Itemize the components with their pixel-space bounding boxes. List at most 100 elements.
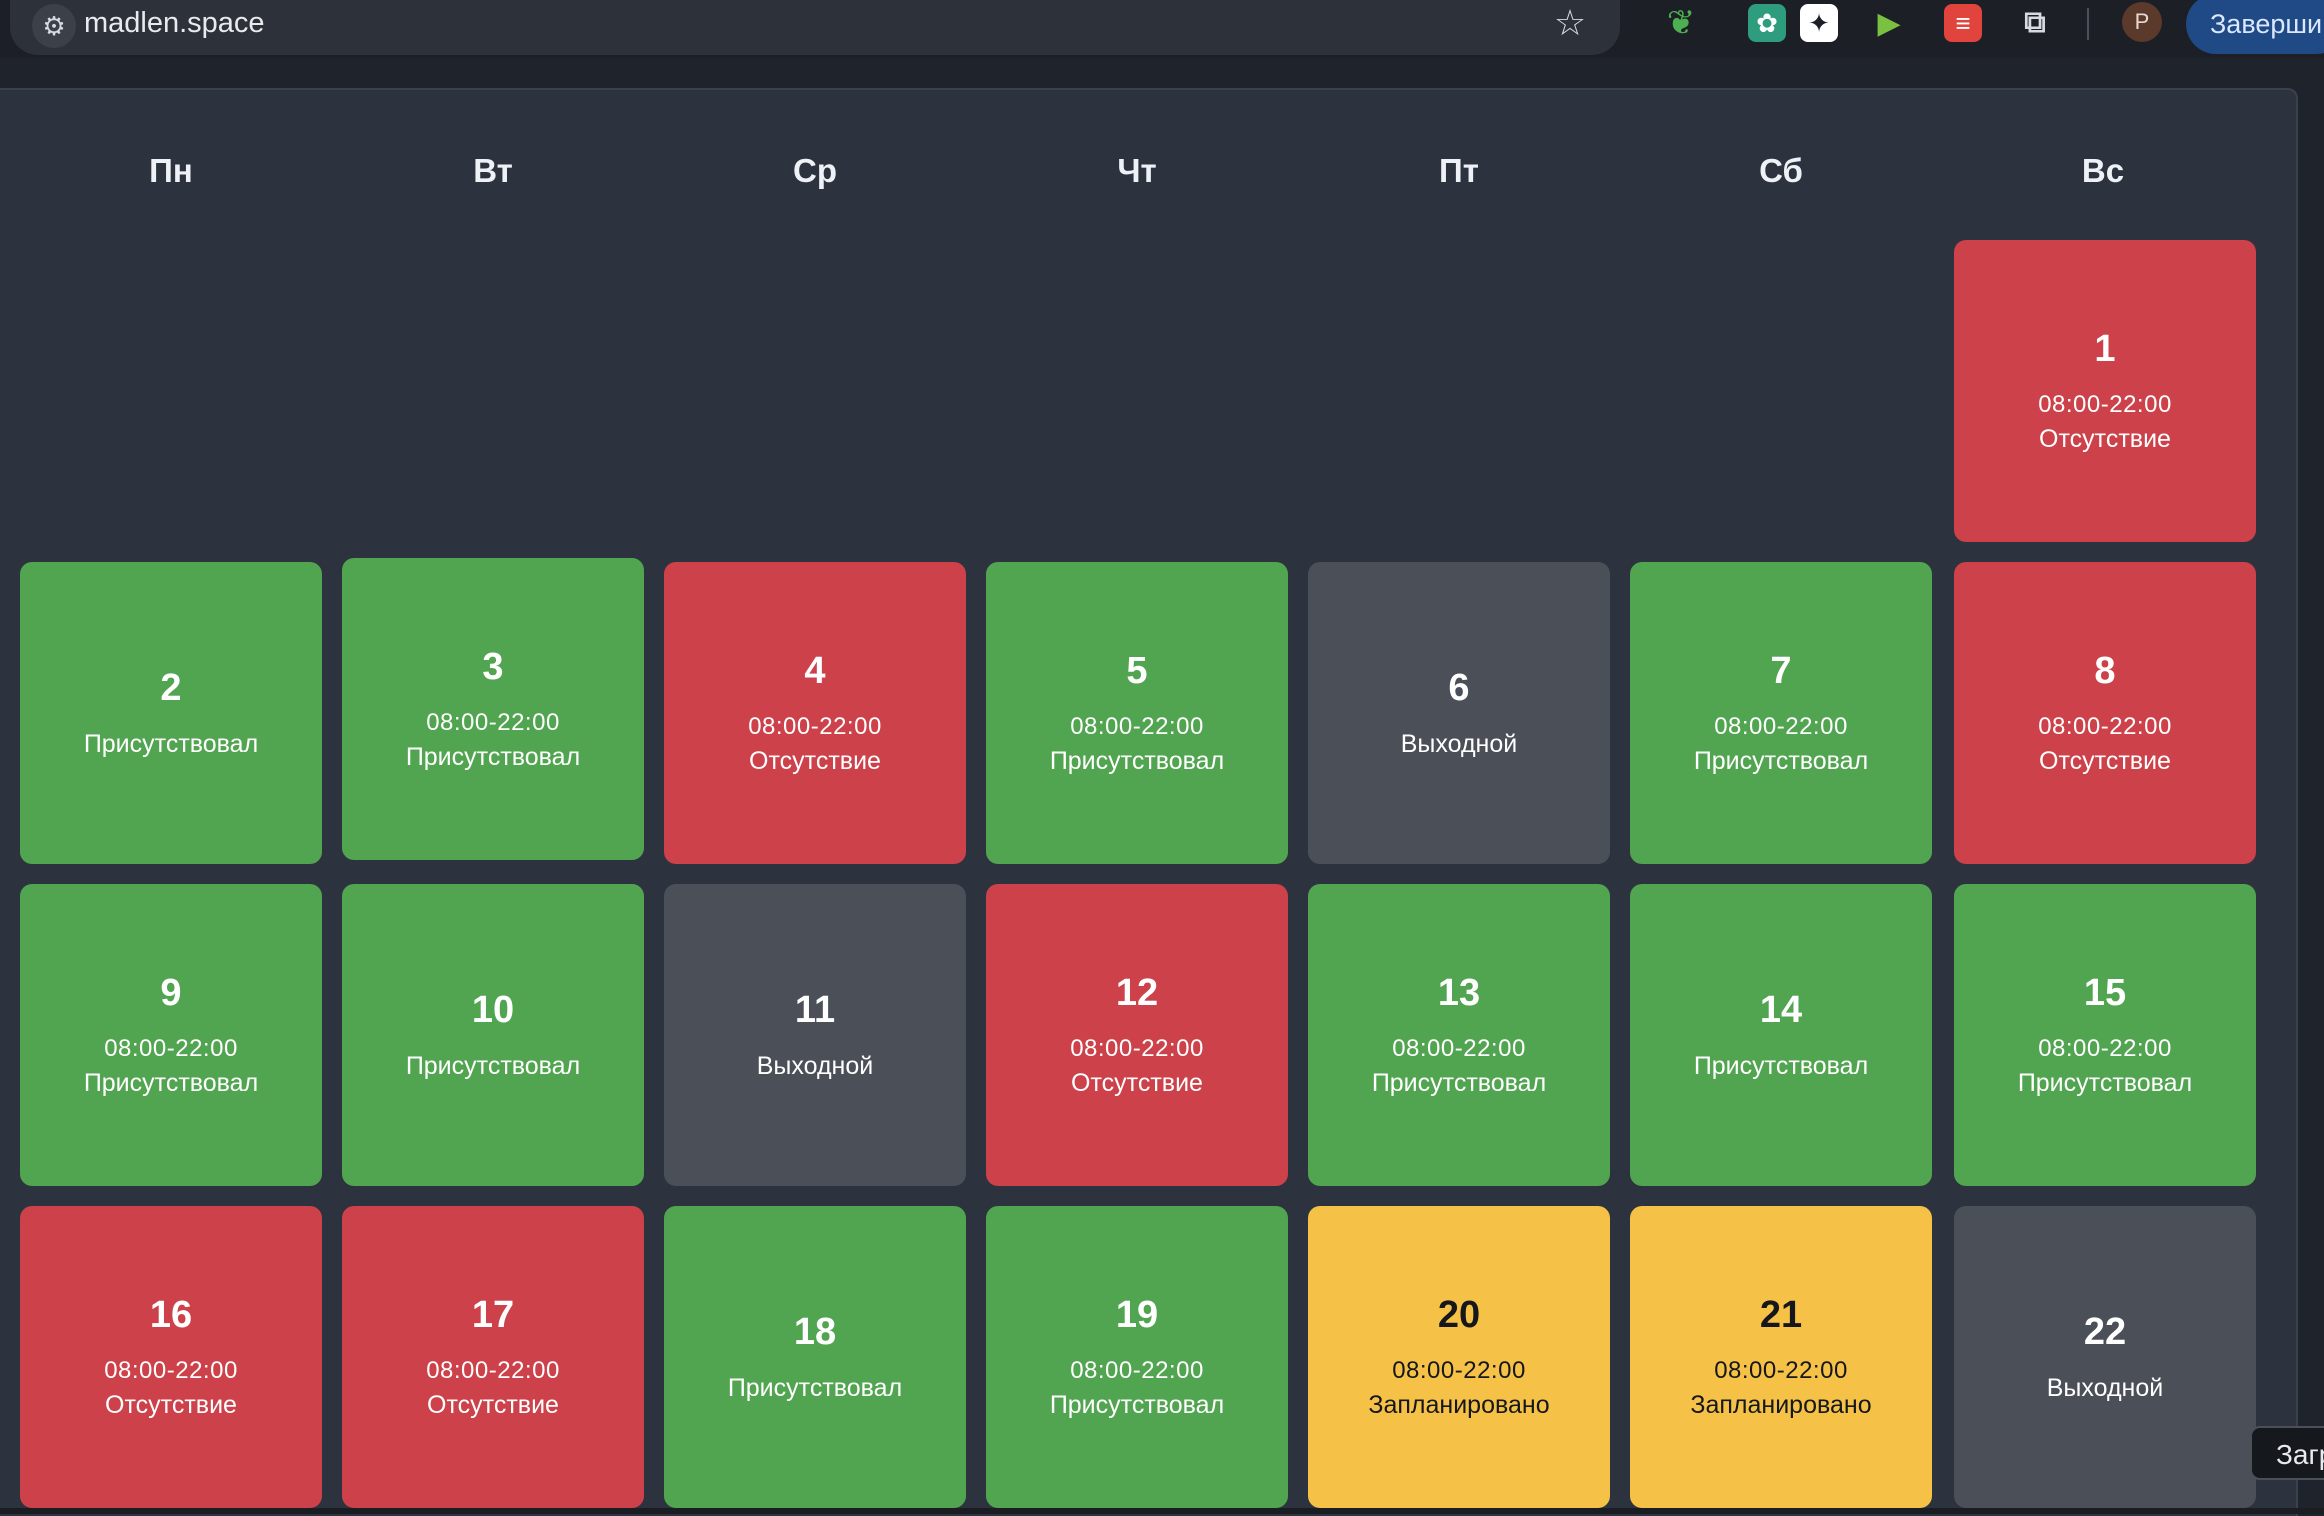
day-cell-9[interactable]: 9 08:00-22:00 Присутствовал: [20, 884, 322, 1186]
weekday-header-wed: Ср: [793, 152, 837, 189]
day-time: 08:00-22:00: [1714, 713, 1848, 740]
finish-button[interactable]: Заверши: [2186, 0, 2324, 54]
day-time: 08:00-22:00: [2038, 1035, 2172, 1062]
day-cell-4[interactable]: 4 08:00-22:00 Отсутствие: [664, 562, 966, 864]
day-number: 6: [1448, 667, 1470, 709]
evernote-icon[interactable]: ❦: [1662, 4, 1700, 42]
gemini-icon[interactable]: ✦: [1800, 4, 1838, 42]
day-time: 08:00-22:00: [104, 1357, 238, 1384]
day-cell-2[interactable]: 2 Присутствовал: [20, 562, 322, 864]
day-cell-18[interactable]: 18 Присутствовал: [664, 1206, 966, 1508]
day-cell-10[interactable]: 10 Присутствовал: [342, 884, 644, 1186]
day-status: Выходной: [756, 1052, 874, 1080]
weekday-header-sun: Вс: [2081, 152, 2125, 189]
day-cell-6[interactable]: 6 Выходной: [1308, 562, 1610, 864]
load-button[interactable]: Загр: [2250, 1426, 2324, 1480]
day-number: 8: [2094, 650, 2116, 692]
day-cell-17[interactable]: 17 08:00-22:00 Отсутствие: [342, 1206, 644, 1508]
day-time: 08:00-22:00: [104, 1035, 238, 1062]
day-number: 5: [1126, 650, 1148, 692]
weekday-header-fri: Пт: [1439, 152, 1479, 189]
day-number: 22: [2083, 1311, 2127, 1353]
weekday-header-thu: Чт: [1117, 152, 1157, 189]
chatgpt-icon[interactable]: ✿: [1748, 4, 1786, 42]
day-status: Присутствовал: [2017, 1069, 2193, 1097]
url-text[interactable]: madlen.space: [84, 4, 265, 42]
day-status: Присутствовал: [727, 1374, 903, 1402]
day-cell-14[interactable]: 14 Присутствовал: [1630, 884, 1932, 1186]
day-number: 9: [160, 972, 182, 1014]
day-cell-3[interactable]: 3 08:00-22:00 Присутствовал: [342, 558, 644, 860]
day-cell-1[interactable]: 1 08:00-22:00 Отсутствие: [1954, 240, 2256, 542]
day-cell-11[interactable]: 11 Выходной: [664, 884, 966, 1186]
day-status: Присутствовал: [405, 1052, 581, 1080]
day-status: Отсутствие: [105, 1391, 237, 1419]
day-status: Присутствовал: [1049, 1391, 1225, 1419]
day-number: 13: [1437, 972, 1481, 1014]
day-time: 08:00-22:00: [1070, 1357, 1204, 1384]
day-status: Присутствовал: [1693, 747, 1869, 775]
day-time: 08:00-22:00: [426, 709, 560, 736]
day-time: 08:00-22:00: [2038, 713, 2172, 740]
day-cell-15[interactable]: 15 08:00-22:00 Присутствовал: [1954, 884, 2256, 1186]
day-number: 17: [471, 1294, 515, 1336]
day-status: Присутствовал: [1049, 747, 1225, 775]
day-number: 11: [794, 989, 836, 1031]
weekday-header-mon: Пн: [149, 152, 193, 189]
day-cell-22[interactable]: 22 Выходной: [1954, 1206, 2256, 1508]
day-status: Отсутствие: [1071, 1069, 1203, 1097]
day-status: Запланировано: [1368, 1391, 1550, 1419]
weekday-header-tue: Вт: [473, 152, 513, 189]
day-cell-21[interactable]: 21 08:00-22:00 Запланировано: [1630, 1206, 1932, 1508]
day-time: 08:00-22:00: [1070, 713, 1204, 740]
day-time: 08:00-22:00: [1714, 1357, 1848, 1384]
day-status: Отсутствие: [2039, 425, 2171, 453]
day-time: 08:00-22:00: [1392, 1357, 1526, 1384]
day-time: 08:00-22:00: [748, 713, 882, 740]
avatar[interactable]: P: [2122, 2, 2162, 42]
day-number: 3: [482, 646, 504, 688]
play-icon[interactable]: ▶: [1870, 4, 1908, 42]
day-cell-16[interactable]: 16 08:00-22:00 Отсутствие: [20, 1206, 322, 1508]
day-cell-12[interactable]: 12 08:00-22:00 Отсутствие: [986, 884, 1288, 1186]
day-cell-8[interactable]: 8 08:00-22:00 Отсутствие: [1954, 562, 2256, 864]
day-status: Присутствовал: [1371, 1069, 1547, 1097]
site-settings-icon[interactable]: ⚙: [32, 4, 76, 48]
todoist-icon[interactable]: ≡: [1944, 4, 1982, 42]
day-number: 12: [1115, 972, 1159, 1014]
day-number: 15: [2083, 972, 2127, 1014]
bookmark-star-icon[interactable]: ☆: [1550, 2, 1590, 44]
day-cell-5[interactable]: 5 08:00-22:00 Присутствовал: [986, 562, 1288, 864]
day-time: 08:00-22:00: [426, 1357, 560, 1384]
day-status: Отсутствие: [2039, 747, 2171, 775]
day-status: Отсутствие: [427, 1391, 559, 1419]
day-cell-13[interactable]: 13 08:00-22:00 Присутствовал: [1308, 884, 1610, 1186]
day-number: 14: [1759, 989, 1803, 1031]
toolbar-divider: [2087, 8, 2089, 40]
weekday-header-sat: Сб: [1759, 152, 1803, 189]
day-time: 08:00-22:00: [1070, 1035, 1204, 1062]
calendar-panel: Пн Вт Ср Чт Пт Сб Вс 1 08:00-22:00 Отсут…: [0, 88, 2298, 1516]
day-time: 08:00-22:00: [1392, 1035, 1526, 1062]
day-number: 19: [1115, 1294, 1159, 1336]
day-status: Отсутствие: [749, 747, 881, 775]
day-status: Присутствовал: [1693, 1052, 1869, 1080]
day-status: Запланировано: [1690, 1391, 1872, 1419]
address-bar[interactable]: ⚙ madlen.space ☆: [10, 0, 1620, 55]
day-number: 2: [160, 667, 182, 709]
day-cell-19[interactable]: 19 08:00-22:00 Присутствовал: [986, 1206, 1288, 1508]
day-number: 21: [1759, 1294, 1803, 1336]
day-status: Присутствовал: [405, 743, 581, 771]
day-cell-20[interactable]: 20 08:00-22:00 Запланировано: [1308, 1206, 1610, 1508]
day-number: 10: [471, 989, 515, 1031]
day-number: 20: [1437, 1294, 1481, 1336]
day-number: 7: [1770, 650, 1792, 692]
day-cell-7[interactable]: 7 08:00-22:00 Присутствовал: [1630, 562, 1932, 864]
day-status: Выходной: [1400, 730, 1518, 758]
day-number: 1: [2094, 328, 2116, 370]
day-number: 4: [804, 650, 826, 692]
day-status: Присутствовал: [83, 730, 259, 758]
day-number: 18: [793, 1311, 837, 1353]
day-number: 16: [149, 1294, 193, 1336]
puzzle-icon[interactable]: ⧉: [2016, 4, 2054, 42]
